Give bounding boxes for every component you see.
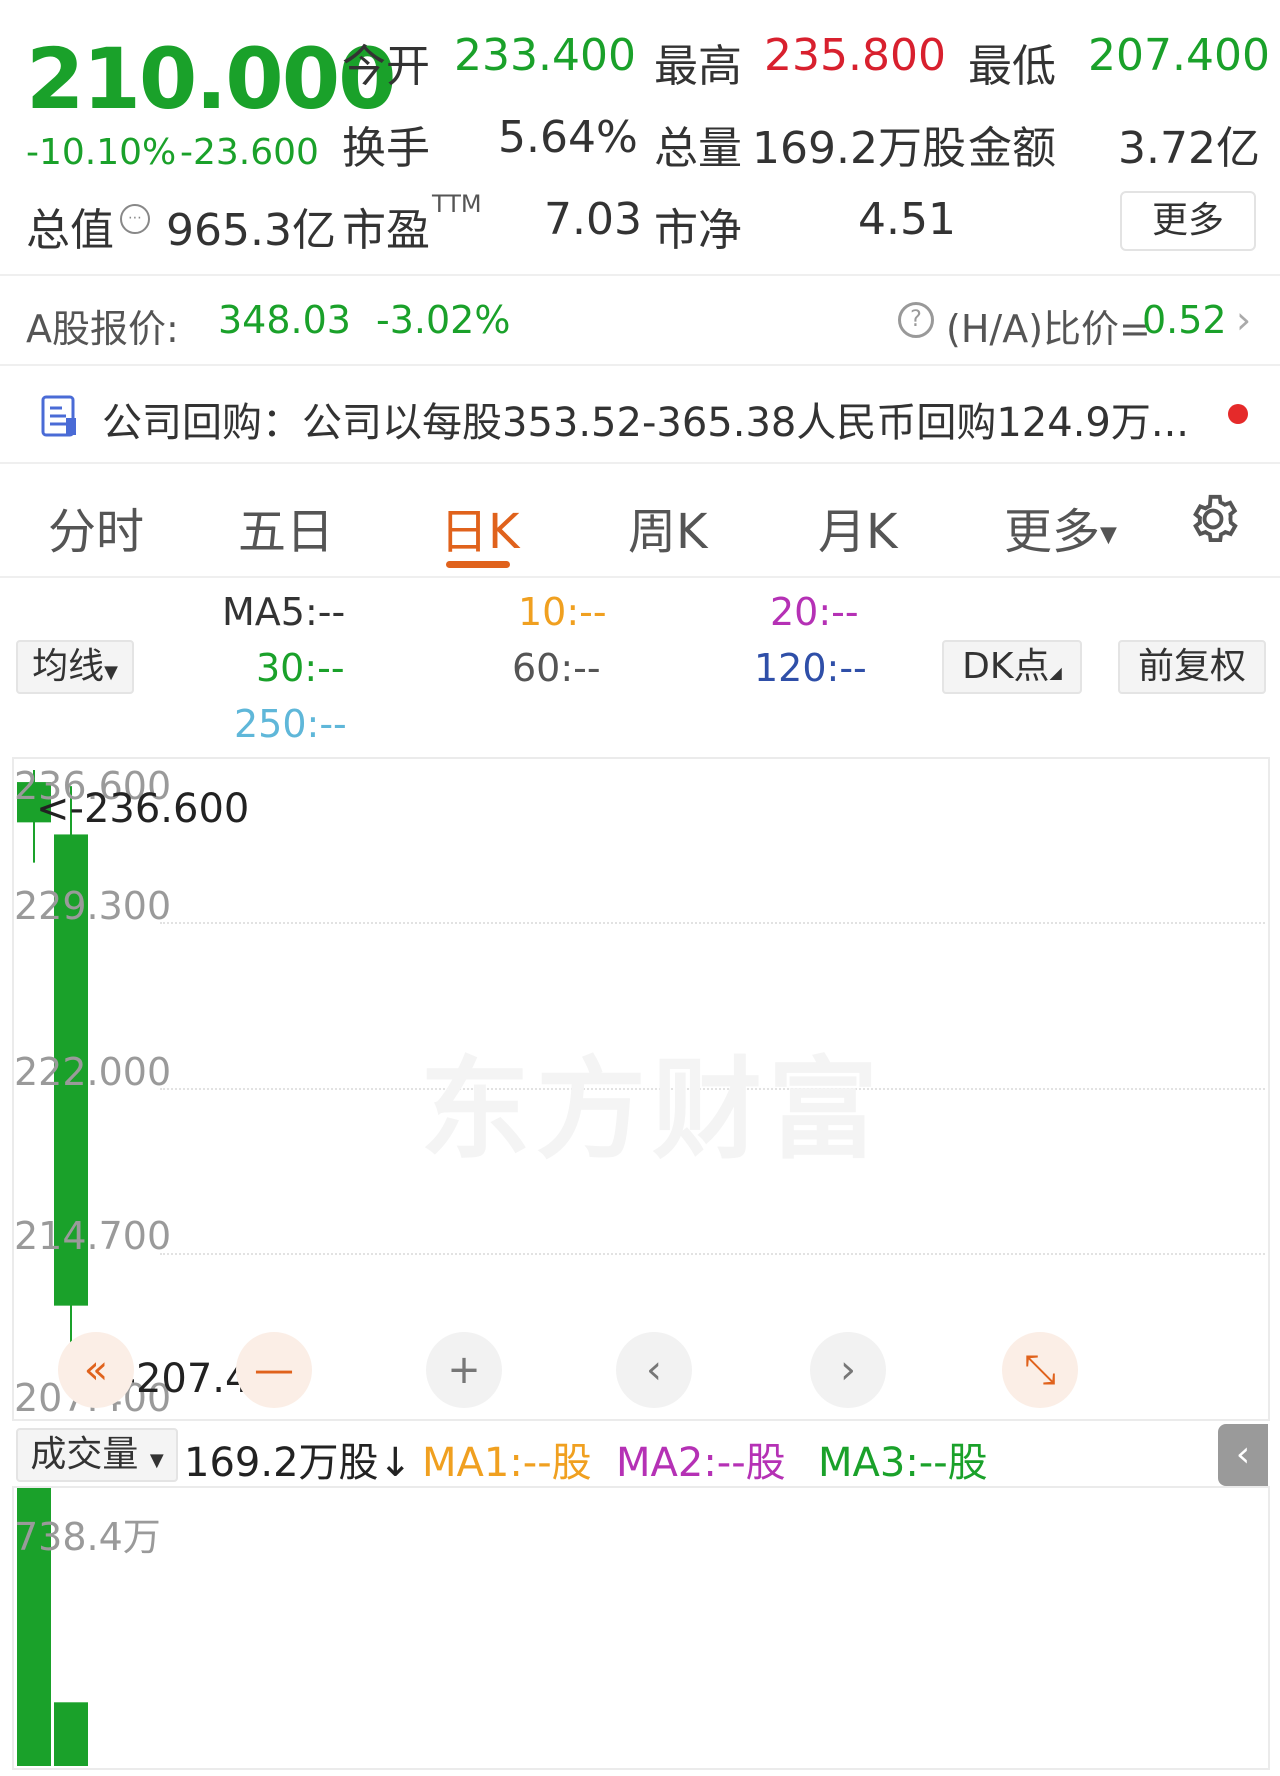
zoom-in-icon[interactable]: + <box>426 1332 502 1408</box>
y-tick-label: 229.300 <box>14 884 172 928</box>
max-price-marker: <-236.600 <box>36 786 250 832</box>
pan-right-icon[interactable]: › <box>810 1332 886 1408</box>
volume-chart-area[interactable] <box>12 1486 1270 1770</box>
pan-left-icon[interactable]: ‹ <box>616 1332 692 1408</box>
volume-ma1: MA1:--股 <box>422 1440 592 1486</box>
volume-indicator-selector[interactable]: 成交量 ▼ <box>16 1428 178 1482</box>
y-tick-label: 214.700 <box>14 1214 172 1258</box>
fullscreen-expand-icon[interactable]: ⤡ <box>1002 1332 1078 1408</box>
volume-current: 169.2万股↓ <box>184 1440 413 1486</box>
y-tick-label: 222.000 <box>14 1050 172 1094</box>
volume-ma2: MA2:--股 <box>616 1440 786 1486</box>
zoom-out-icon[interactable]: — <box>236 1332 312 1408</box>
scroll-to-start-icon[interactable]: « <box>58 1332 134 1408</box>
collapse-panel-icon[interactable]: ‹ <box>1218 1424 1268 1486</box>
volume-indicator-label: 成交量 <box>30 1434 139 1475</box>
volume-ma3: MA3:--股 <box>818 1440 988 1486</box>
caret-down-icon: ▼ <box>149 1450 164 1471</box>
volume-max-tick: 738.4万 <box>14 1515 161 1559</box>
